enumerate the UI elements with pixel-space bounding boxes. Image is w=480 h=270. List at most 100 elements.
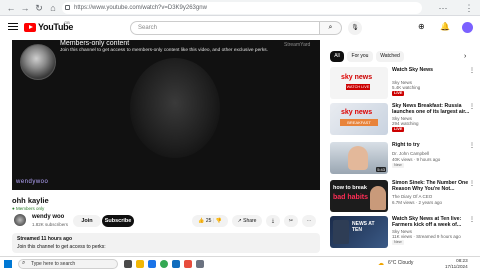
region-label: GB — [64, 20, 70, 25]
download-button[interactable]: ⤓ — [266, 215, 280, 227]
members-only-title: Members-only content — [60, 40, 130, 47]
recommendation-item[interactable]: NEWS AT TEN Watch Sky News at Ten live: … — [330, 216, 475, 248]
breakfast-banner: BREAKFAST — [340, 119, 378, 126]
thumbnail-text: NEWS AT TEN — [352, 221, 375, 233]
chip-watched[interactable]: Watched — [376, 51, 404, 62]
recommendation-title[interactable]: Simon Sinek: The Number One Reason Why Y… — [392, 180, 470, 192]
mic-icon: 🎙 — [351, 25, 359, 31]
video-player[interactable]: Members-only content Join this channel t… — [12, 40, 320, 190]
store-icon[interactable] — [196, 260, 204, 268]
members-only-badge: ● Members only — [12, 206, 44, 211]
members-only-text: Join this channel to get access to membe… — [60, 48, 268, 53]
url-field[interactable]: https://www.youtube.com/watch?v=D3K9y263… — [62, 2, 422, 14]
members-icon: ● — [12, 206, 15, 211]
channel-avatar[interactable] — [14, 214, 26, 226]
thumbnail-text-line1: how to break — [333, 185, 367, 191]
share-icon: ↗ — [237, 218, 242, 224]
recommendation-meta: 294 watching — [392, 121, 419, 126]
recommendation-thumbnail[interactable]: how to break bad habits — [330, 180, 388, 212]
new-badge: New — [392, 240, 404, 245]
edge-icon[interactable] — [148, 260, 156, 268]
sky-watch-live-label: WATCH LIVE — [346, 84, 370, 90]
mail-icon[interactable] — [172, 260, 180, 268]
home-icon[interactable]: ⌂ — [48, 3, 58, 13]
more-options-icon[interactable]: ⋮ — [469, 142, 475, 149]
streamed-time: Streamed 11 hours ago — [17, 236, 73, 242]
taskbar-search-input[interactable]: Type here to search — [18, 259, 118, 269]
browser-menu-icon[interactable]: ⋮ — [464, 3, 474, 13]
menu-icon[interactable] — [8, 23, 18, 32]
recommendation-thumbnail[interactable]: NEWS AT TEN — [330, 216, 388, 248]
more-actions-button[interactable]: ⋯ — [302, 215, 316, 227]
more-options-icon[interactable]: ⋮ — [469, 67, 475, 74]
more-options-icon[interactable]: ⋮ — [469, 103, 475, 110]
channel-watermark: wendywoo — [16, 179, 49, 185]
taskbar-weather[interactable]: 6°C Cloudy — [388, 260, 413, 266]
recommendation-title[interactable]: Watch Sky News — [392, 67, 470, 73]
windows-start-icon[interactable] — [4, 260, 12, 268]
video-title: ohh kaylie — [12, 196, 49, 205]
live-badge: LIVE — [392, 91, 405, 96]
search-button[interactable]: ⌕ — [320, 21, 342, 35]
file-explorer-icon[interactable] — [136, 260, 144, 268]
members-badge-label: Members only — [15, 206, 45, 211]
search-input[interactable]: Search — [130, 21, 320, 35]
recommendation-item[interactable]: 5:43 Right to try Dr. John Campbell 40K … — [330, 142, 475, 174]
channel-name[interactable]: wendy woo — [32, 214, 64, 220]
dislike-icon: 👎 — [215, 218, 222, 224]
sky-news-logo: sky news — [341, 74, 373, 81]
taskbar-search-icon: ⌕ — [22, 260, 26, 266]
like-count: 25 — [205, 218, 212, 224]
task-view-icon[interactable] — [124, 260, 132, 268]
account-avatar[interactable] — [462, 22, 473, 33]
description-box[interactable]: Streamed 11 hours ago Join this channel … — [12, 233, 320, 253]
chips-next-icon[interactable]: › — [464, 53, 466, 60]
recommendation-title[interactable]: Sky News Breakfast: Russia launches one … — [392, 103, 470, 115]
windows-taskbar: Type here to search ⌕ ☁ 6°C Cloudy 08:23… — [0, 256, 480, 270]
more-options-icon[interactable]: ⋮ — [469, 216, 475, 223]
recommendation-meta: 5.4K watching — [392, 85, 421, 90]
notifications-icon[interactable]: 🔔 — [440, 22, 450, 31]
recommendation-item[interactable]: how to break bad habits Simon Sinek: The… — [330, 180, 475, 212]
recommendation-channel[interactable]: The Diary Of A CEO — [392, 194, 432, 199]
youtube-logo-icon[interactable] — [24, 23, 36, 32]
recommendation-channel[interactable]: Dr. John Campbell — [392, 151, 429, 156]
live-badge: LIVE — [392, 127, 405, 132]
like-dislike-button[interactable]: 👍 25 | 👎 — [192, 215, 228, 227]
create-icon[interactable]: ⊕ — [418, 22, 425, 31]
recommendation-meta: 40K views · 9 hours ago — [392, 157, 441, 162]
back-icon[interactable]: ← — [6, 3, 16, 13]
subscribe-button[interactable]: Subscribe — [102, 215, 134, 227]
recommendation-thumbnail[interactable]: sky news WATCH LIVE — [330, 67, 388, 99]
share-button[interactable]: ↗ Share — [232, 215, 262, 227]
sky-news-logo: sky news — [341, 109, 373, 116]
forward-icon[interactable]: → — [20, 3, 30, 13]
recommendation-thumbnail[interactable]: sky news BREAKFAST — [330, 103, 388, 135]
streamyard-watermark: StreamYard — [284, 42, 311, 48]
join-button[interactable]: Join — [73, 215, 101, 227]
weather-icon: ☁ — [378, 261, 384, 267]
chrome-icon[interactable] — [160, 260, 168, 268]
taskbar-date: 17/11/2024 — [445, 263, 468, 269]
download-icon: ⤓ — [271, 218, 275, 224]
extensions-icon[interactable]: ⋯ — [438, 3, 448, 13]
recommendation-item[interactable]: sky news BREAKFAST Sky News Breakfast: R… — [330, 103, 475, 135]
recommendation-title[interactable]: Watch Sky News at Ten live: Farmers kick… — [392, 216, 470, 228]
chip-all[interactable]: All — [330, 51, 344, 62]
recommendation-title[interactable]: Right to try — [392, 142, 470, 148]
search-icon: ⌕ — [328, 24, 333, 31]
recommendation-item[interactable]: sky news WATCH LIVE Watch Sky News Sky N… — [330, 67, 475, 99]
description-text: Join this channel to get access to perks… — [17, 244, 106, 250]
more-icon: ⋯ — [306, 218, 312, 224]
recommendation-thumbnail[interactable]: 5:43 — [330, 142, 388, 174]
presenter-image — [370, 186, 386, 210]
taskbar-clock[interactable]: 08:23 17/11/2024 — [445, 258, 468, 269]
clip-button[interactable]: ✂ — [284, 215, 298, 227]
share-label: Share — [243, 218, 257, 224]
reload-icon[interactable]: ↻ — [34, 3, 44, 13]
thumbnail-text-line2: bad habits — [333, 194, 369, 201]
voice-search-button[interactable]: 🎙 — [348, 21, 362, 35]
app-icon[interactable] — [184, 260, 192, 268]
chip-for-you[interactable]: For you — [347, 51, 373, 62]
more-options-icon[interactable]: ⋮ — [469, 180, 475, 187]
